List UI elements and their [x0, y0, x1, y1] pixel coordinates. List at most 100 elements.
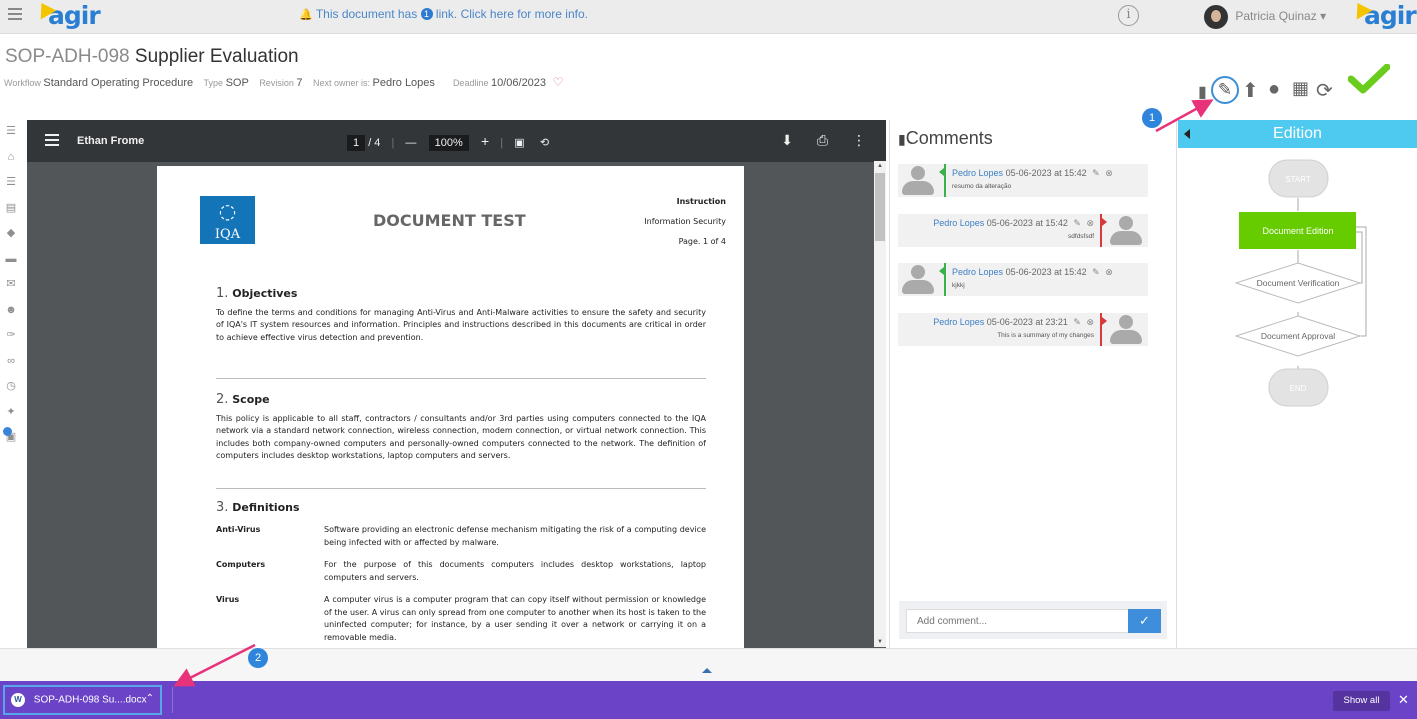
- user-icon[interactable]: ●: [1268, 78, 1280, 101]
- info-icon[interactable]: i: [1118, 5, 1139, 26]
- pdf-viewer[interactable]: Ethan Frome 1 / 4 | — 100% + | ▣ ⟲ ⬇ ⎙ ⋮…: [27, 120, 886, 648]
- delete-comment-icon[interactable]: ⊗: [1086, 317, 1094, 327]
- divider: [216, 488, 706, 489]
- next-owner-value: Pedro Lopes: [372, 77, 435, 89]
- pdf-menu-icon[interactable]: [45, 134, 59, 149]
- edit-icon[interactable]: ✎: [1211, 76, 1239, 104]
- node-document-approval[interactable]: Document Approval: [1234, 315, 1362, 357]
- node-document-edition[interactable]: Document Edition: [1239, 212, 1356, 249]
- link-icon[interactable]: ∞: [0, 350, 22, 372]
- node-document-verification[interactable]: Document Verification: [1234, 262, 1362, 304]
- scroll-up-icon[interactable]: ▲: [877, 163, 883, 169]
- comment-author[interactable]: Pedro Lopes: [952, 267, 1003, 277]
- comment-date: 05-06-2023 at 15:42: [1005, 267, 1087, 277]
- more-options-icon[interactable]: ⋮: [852, 132, 866, 148]
- main-menu-icon[interactable]: [8, 8, 22, 22]
- links-notice[interactable]: 🔔 This document has 1 link. Click here f…: [299, 7, 588, 21]
- node-end[interactable]: END: [1268, 368, 1329, 407]
- menu-icon[interactable]: ☰: [0, 120, 22, 142]
- zoom-in-button[interactable]: +: [481, 133, 489, 149]
- approve-check-icon[interactable]: [1348, 64, 1390, 94]
- doc-heading: DOCUMENT TEST: [373, 211, 526, 230]
- deadline-label: Deadline: [452, 78, 489, 88]
- divider: [216, 378, 706, 379]
- left-sidebar: ☰ ⌂ ☰ ▤ ◆ ▬ ✉ ☻ ✑ ∞ ◷ ✦ ▣: [0, 120, 22, 648]
- workflow-value: Standard Operating Procedure: [43, 77, 194, 89]
- list-icon[interactable]: ☰: [0, 171, 22, 193]
- zoom-out-button[interactable]: —: [405, 137, 416, 149]
- comments-icon: ▮: [898, 131, 906, 147]
- comment-author[interactable]: Pedro Lopes: [933, 317, 984, 327]
- calendar-icon[interactable]: ▦: [1292, 78, 1309, 99]
- node-start[interactable]: START: [1268, 159, 1329, 198]
- edit-comment-icon[interactable]: ✎: [1073, 218, 1081, 228]
- accessibility-icon[interactable]: ✦: [0, 401, 22, 423]
- show-all-button[interactable]: Show all: [1333, 691, 1390, 711]
- download-item[interactable]: W SOP-ADH-098 Su....docx ⌃: [3, 685, 162, 715]
- pdf-toolbar: Ethan Frome 1 / 4 | — 100% + | ▣ ⟲ ⬇ ⎙ ⋮: [27, 120, 886, 162]
- collapse-left-icon[interactable]: [1184, 129, 1190, 139]
- comment-author[interactable]: Pedro Lopes: [933, 218, 984, 228]
- comments-title: ▮Comments: [898, 128, 993, 148]
- delete-comment-icon[interactable]: ⊗: [1105, 267, 1113, 277]
- edit-comment-icon[interactable]: ✎: [1092, 267, 1100, 277]
- zoom-input[interactable]: 100%: [428, 135, 469, 151]
- callout-2: 2: [248, 648, 268, 668]
- scroll-down-icon[interactable]: ▼: [877, 639, 883, 645]
- section-text: To define the terms and conditions for m…: [216, 307, 706, 342]
- nav-count-badge: [3, 427, 12, 436]
- refresh-icon[interactable]: ⟳: [1316, 78, 1333, 103]
- document-title: Supplier Evaluation: [134, 46, 299, 67]
- document-code: SOP-ADH-098: [5, 46, 130, 67]
- print-icon[interactable]: ▬: [0, 248, 22, 270]
- definition-desc: A computer virus is a computer program t…: [324, 595, 706, 642]
- pdf-page: ◌ IQA DOCUMENT TEST Instruction Informat…: [157, 166, 744, 648]
- iqa-logo-text: IQA: [214, 227, 241, 242]
- notice-link[interactable]: link. Click here for more info.: [436, 7, 588, 21]
- paperclip-icon[interactable]: ✑: [0, 324, 22, 346]
- section-objectives: 1. Objectives To define the terms and co…: [216, 287, 706, 344]
- user-menu[interactable]: Patricia Quinaz ▾: [1204, 5, 1326, 29]
- heart-icon[interactable]: ♡: [553, 75, 564, 89]
- submit-comment-button[interactable]: ✓: [1128, 609, 1161, 633]
- tag-icon[interactable]: ◆: [0, 222, 22, 244]
- close-icon[interactable]: ✕: [1398, 692, 1409, 708]
- print-icon[interactable]: ⎙: [817, 132, 828, 148]
- chevron-up-icon[interactable]: ⌃: [146, 693, 154, 704]
- upload-icon[interactable]: ⬆: [1242, 78, 1259, 103]
- definition-row: Virus A computer virus is a computer pro…: [216, 594, 706, 644]
- svg-text:START: START: [1285, 175, 1311, 184]
- delete-comment-icon[interactable]: ⊗: [1105, 168, 1113, 178]
- document-meta: Workflow Standard Operating Procedure Ty…: [4, 75, 563, 89]
- document-icon[interactable]: ▤: [0, 197, 22, 219]
- clock-icon[interactable]: ◷: [0, 375, 22, 397]
- fit-page-icon[interactable]: ▣: [514, 137, 524, 149]
- rotate-icon[interactable]: ⟲: [540, 137, 549, 149]
- link-count-badge: 1: [420, 8, 433, 20]
- edit-comment-icon[interactable]: ✎: [1073, 317, 1081, 327]
- mail-icon[interactable]: ✉: [0, 273, 22, 295]
- user-avatar: [1204, 5, 1228, 29]
- definition-desc: Software providing an electronic defense…: [324, 525, 706, 547]
- revision-label: Revision: [259, 78, 294, 88]
- download-icon[interactable]: ⬇: [781, 132, 793, 148]
- svg-text:Document Verification: Document Verification: [1257, 278, 1340, 288]
- add-comment-input[interactable]: [906, 609, 1132, 633]
- home-icon[interactable]: ⌂: [0, 146, 22, 168]
- definition-row: Anti-Virus Software providing an electro…: [216, 524, 706, 549]
- doc-type: Instruction: [676, 197, 726, 206]
- svg-text:Document Edition: Document Edition: [1262, 226, 1333, 236]
- users-icon[interactable]: ☻: [0, 299, 22, 321]
- type-value: SOP: [225, 77, 249, 89]
- edition-header[interactable]: Edition: [1178, 120, 1417, 148]
- pdf-icon[interactable]: ▮: [1198, 82, 1207, 102]
- scroll-thumb[interactable]: [875, 173, 885, 241]
- comment-author[interactable]: Pedro Lopes: [952, 168, 1003, 178]
- pdf-scrollbar[interactable]: ▲ ▼: [874, 161, 886, 647]
- delete-comment-icon[interactable]: ⊗: [1086, 218, 1094, 228]
- expand-up-icon[interactable]: [702, 668, 712, 673]
- agir-logo[interactable]: agir: [33, 0, 101, 30]
- doc-header-info: Instruction Information Security Page. 1…: [644, 192, 726, 252]
- edit-comment-icon[interactable]: ✎: [1092, 168, 1100, 178]
- page-number-input[interactable]: 1: [347, 135, 366, 151]
